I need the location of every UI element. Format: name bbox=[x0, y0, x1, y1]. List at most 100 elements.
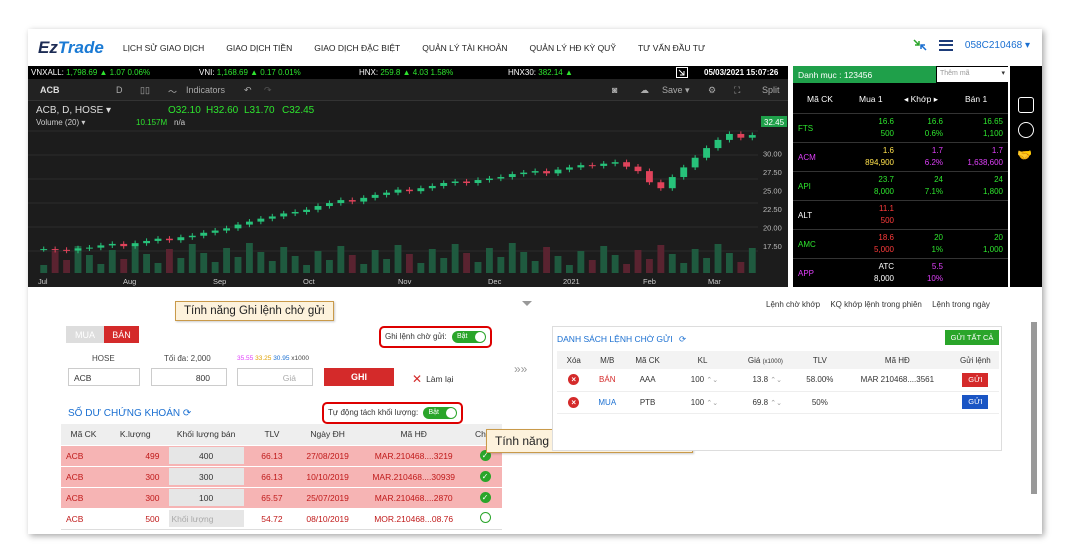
send-all-button[interactable]: GỬI TẤT CẢ bbox=[945, 330, 999, 345]
screen-toggle-icon[interactable] bbox=[676, 67, 688, 78]
candle-body bbox=[326, 203, 333, 207]
candle-body bbox=[383, 192, 390, 195]
watchlist-title[interactable]: Danh mục : 123456 bbox=[793, 66, 936, 83]
select-checkbox[interactable] bbox=[468, 508, 502, 530]
menu-tu-van-dau-tu[interactable]: TƯ VẤN ĐẦU TƯ bbox=[638, 43, 705, 53]
search-icon[interactable] bbox=[1018, 122, 1034, 138]
watch-khop-price: 5.5 bbox=[931, 262, 943, 271]
order-contract bbox=[842, 391, 952, 414]
quantity-input[interactable]: 800 bbox=[151, 368, 227, 386]
price-input[interactable]: Giá bbox=[237, 368, 313, 386]
buy-tab[interactable]: MUA bbox=[66, 326, 104, 343]
menu-giao-dich-dac-biet[interactable]: GIAO DỊCH ĐẶC BIỆT bbox=[314, 43, 400, 53]
fullscreen-icon[interactable]: ⛶ bbox=[734, 85, 740, 96]
menu-quan-ly-tai-khoan[interactable]: QUẢN LÝ TÀI KHOẢN bbox=[422, 43, 507, 53]
chart-interval[interactable]: D bbox=[116, 85, 123, 95]
order-qty-input[interactable]: 100 ⌃⌄ bbox=[671, 391, 734, 414]
sell-qty-input[interactable]: 100 bbox=[164, 487, 248, 509]
volume-bar bbox=[337, 246, 345, 273]
col-ban1: Bán 1 bbox=[965, 94, 988, 104]
tab-lenh-trong-ngay[interactable]: Lệnh trong ngày bbox=[932, 300, 990, 309]
undo-icon[interactable]: ↶ bbox=[244, 85, 252, 96]
board-icon[interactable] bbox=[1018, 97, 1034, 113]
cloud-icon[interactable]: ☁ bbox=[640, 85, 649, 96]
order-price-input[interactable]: 13.8 ⌃⌄ bbox=[733, 369, 797, 392]
watchlist-row[interactable]: API 23.7 8,000 24 7.1% 24 1,800 bbox=[793, 171, 1008, 200]
save-button[interactable]: Save ▾ bbox=[662, 85, 690, 96]
holdings-row[interactable]: ACB 499 400 66.13 27/08/2019 MAR.210468....32… bbox=[61, 445, 502, 467]
volume-bar bbox=[291, 256, 299, 273]
indicators-button[interactable]: Indicators bbox=[186, 85, 225, 95]
watch-ban-vol: 1,638,600 bbox=[967, 158, 1003, 167]
watch-mua-vol: 894,900 bbox=[865, 158, 894, 167]
index-hnx30: HNX30: 382.14 ▲ bbox=[508, 68, 573, 77]
redo-icon[interactable]: ↷ bbox=[264, 85, 272, 96]
holdings-row[interactable]: ACB 500 Khối lượng 54.72 08/10/2019 MOR.21046… bbox=[61, 508, 502, 530]
volume-bar bbox=[314, 251, 322, 273]
select-checkbox[interactable]: ✓ bbox=[468, 487, 502, 509]
reset-button[interactable]: ✕ Làm lại bbox=[412, 371, 453, 386]
y-tick-label: 20.00 bbox=[763, 224, 782, 233]
scrollbar[interactable] bbox=[1031, 322, 1037, 494]
holding-date: 10/10/2019 bbox=[296, 466, 360, 488]
candle-body bbox=[291, 211, 299, 214]
candle-type-icon[interactable]: ▯▯ bbox=[140, 85, 150, 96]
auto-split-toggle[interactable]: Bật bbox=[423, 407, 458, 419]
watchlist-row[interactable]: APP ATC 8,000 5.5 10% bbox=[793, 258, 1008, 287]
send-order-button[interactable]: GỬI bbox=[962, 372, 989, 387]
watchlist-row[interactable]: ALT 11.1 500 bbox=[793, 200, 1008, 229]
candle-body bbox=[737, 133, 745, 138]
candle-body bbox=[440, 183, 448, 186]
delete-order[interactable]: × bbox=[557, 391, 591, 414]
symbol-input[interactable]: ACB bbox=[68, 368, 140, 386]
settings-gear-icon[interactable]: ⚙ bbox=[708, 85, 716, 96]
camera-icon[interactable]: ◙ bbox=[612, 85, 617, 95]
pending-order-toggle[interactable]: Bật bbox=[451, 331, 486, 343]
order-symbol: AAA bbox=[624, 369, 672, 392]
watchlist-row[interactable]: ACM 1.6 894,900 1.7 6.2% 1.7 1,638,600 bbox=[793, 142, 1008, 171]
sell-qty-input[interactable]: 400 bbox=[164, 445, 248, 467]
volume-bar bbox=[440, 258, 448, 273]
candle-body bbox=[348, 200, 356, 202]
chart-title: ACB, D, HOSE ▾ bbox=[36, 105, 111, 116]
order-price-input[interactable]: 69.8 ⌃⌄ bbox=[733, 391, 797, 414]
split-button[interactable]: Split bbox=[762, 85, 780, 95]
sell-tab[interactable]: BÁN bbox=[104, 326, 139, 343]
delete-order[interactable]: × bbox=[557, 369, 591, 392]
watch-khop-change: 0.6% bbox=[924, 129, 943, 138]
volume-bar bbox=[371, 250, 379, 273]
handshake-icon[interactable]: 🤝 bbox=[1017, 148, 1032, 162]
refresh-icon[interactable]: ⟳ bbox=[679, 334, 686, 344]
chart-symbol[interactable]: ACB bbox=[40, 85, 60, 95]
holding-tlv: 54.72 bbox=[247, 508, 297, 530]
menu-quan-ly-hd-ky-quy[interactable]: QUẢN LÝ HĐ KỲ QUỸ bbox=[530, 43, 616, 53]
watchlist-row[interactable]: FTS 16.6 500 16.6 0.6% 16.65 1,100 bbox=[793, 113, 1008, 142]
sell-qty-input[interactable]: 300 bbox=[164, 466, 248, 488]
holding-symbol: ACB bbox=[61, 508, 106, 530]
volume-bar bbox=[577, 251, 585, 273]
send-order-button[interactable]: GỬI bbox=[962, 395, 989, 409]
collapse-caret-icon[interactable] bbox=[522, 301, 532, 306]
holdings-row[interactable]: ACB 300 300 66.13 10/10/2019 MAR.210468....30… bbox=[61, 466, 502, 488]
menu-giao-dich-tien[interactable]: GIAO DỊCH TIỀN bbox=[226, 43, 292, 53]
select-checkbox[interactable]: ✓ bbox=[468, 466, 502, 488]
sell-qty-input[interactable]: Khối lượng bbox=[164, 508, 248, 530]
order-qty-input[interactable]: 100 ⌃⌄ bbox=[671, 369, 734, 392]
watch-khop-price: 24 bbox=[934, 175, 943, 184]
candlestick-chart[interactable]: 30.00 27.50 25.00 22.50 20.00 17.50 Jul Aug Sep… bbox=[28, 101, 788, 287]
tab-kq-khop-lenh[interactable]: KQ khớp lệnh trong phiên bbox=[830, 300, 922, 309]
collapse-arrows-icon[interactable] bbox=[913, 39, 927, 51]
holding-date: 27/08/2019 bbox=[296, 445, 360, 467]
watchlist-row[interactable]: AMC 18.6 5,000 20 1% 20 1,000 bbox=[793, 229, 1008, 258]
logo[interactable]: EzTrade bbox=[38, 38, 104, 58]
pending-col-header: KL bbox=[671, 351, 734, 369]
indicators-icon[interactable]: 〜 bbox=[168, 85, 177, 98]
menu-lich-su-giao-dich[interactable]: LỊCH SỬ GIAO DỊCH bbox=[123, 43, 204, 53]
submit-order-button[interactable]: GHI bbox=[324, 368, 394, 386]
account-selector[interactable]: 058C210468 ▾ bbox=[965, 40, 1030, 51]
tab-lenh-cho-khop[interactable]: Lệnh chờ khớp bbox=[766, 300, 820, 309]
refresh-icon[interactable]: ⟳ bbox=[183, 408, 191, 419]
holdings-row[interactable]: ACB 300 100 65.57 25/07/2019 MAR.210468....28… bbox=[61, 487, 502, 509]
hamburger-menu-icon[interactable] bbox=[938, 39, 953, 51]
add-symbol-input[interactable]: Thêm mã ▾ bbox=[937, 67, 1008, 82]
